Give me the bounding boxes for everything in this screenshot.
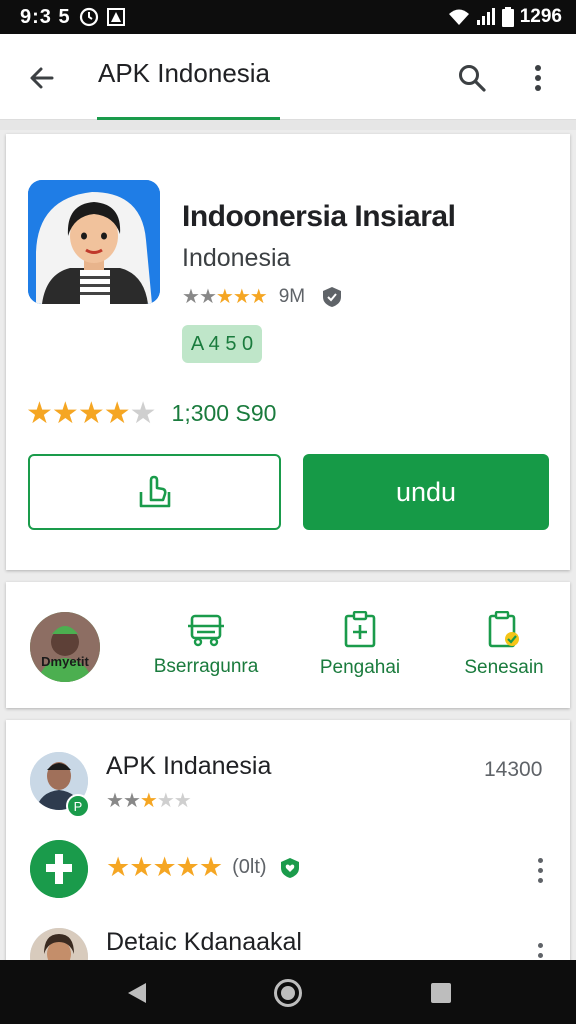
truck-icon — [188, 614, 224, 647]
nav-back-icon — [128, 983, 146, 1003]
shortcut-label: Bserragunra — [153, 656, 259, 677]
shortcut-bserragunra[interactable]: Bserragunra — [136, 582, 276, 708]
verified-badge-icon: P — [66, 794, 90, 818]
rating-stars: ★★★★★ — [26, 397, 157, 430]
download-hand-icon — [139, 475, 170, 508]
share-button[interactable] — [28, 454, 281, 530]
plus-cross-icon[interactable] — [30, 840, 88, 898]
rating-count: 1;300 S90 — [171, 400, 277, 426]
app-meta: ★★★★★ 9M — [182, 284, 343, 309]
search-button[interactable] — [452, 58, 492, 98]
developer-name[interactable]: Indonesia — [182, 244, 290, 273]
app-icon[interactable] — [28, 180, 160, 304]
list-item-title[interactable]: APK Indanesia — [106, 752, 271, 781]
nav-recents-button[interactable] — [424, 976, 458, 1010]
verified-shield-icon — [321, 286, 343, 308]
nav-home-icon — [274, 979, 302, 1007]
back-arrow-icon — [30, 67, 54, 89]
nav-home-button[interactable] — [271, 976, 305, 1010]
status-badge: A 4 5 0 — [182, 325, 262, 363]
wifi-icon — [448, 8, 470, 26]
notification-icon — [106, 8, 125, 26]
list-item-rating-row: ★★★★★ (0lt) — [106, 852, 301, 883]
rating-row: ★★★★★ 1;300 S90 — [26, 396, 276, 431]
more-vert-icon — [535, 65, 541, 91]
battery-icon — [501, 7, 514, 27]
app-size: 9M — [278, 285, 306, 307]
heart-shield-icon — [279, 857, 301, 879]
shortcut-pengahai[interactable]: Pengahai — [290, 582, 430, 708]
clipboard-add-icon — [344, 611, 376, 648]
list-item-count: 14300 — [484, 758, 543, 781]
more-options-button[interactable] — [520, 58, 556, 98]
shortcut-label: Pengahai — [319, 657, 401, 678]
shortcuts-card: Dmyetit Bserragunra Pengahai Senesain — [6, 582, 570, 708]
app-bar: APK Indonesia — [0, 34, 576, 120]
back-button[interactable] — [22, 58, 62, 98]
signal-icon — [476, 8, 496, 26]
alarm-icon — [79, 7, 99, 27]
page-title: APK Indonesia — [98, 58, 271, 88]
app-header-card: Indoonersia Insiaral Indonesia ★★★★★ 9M … — [6, 134, 570, 570]
shortcut-label: Dmyetit — [41, 654, 89, 669]
shortcut-senesain[interactable]: Senesain — [434, 582, 574, 708]
developer-list-card: P APK Indanesia ★★★★★ 14300 ★★★★★ (0lt) … — [6, 720, 570, 986]
avatar-icon — [30, 612, 100, 682]
list-item-rating-text: (0lt) — [232, 856, 267, 878]
install-button[interactable]: undu — [303, 454, 549, 530]
row-more-button[interactable] — [530, 855, 550, 885]
small-rating-stars: ★★★★★ — [182, 286, 268, 308]
device-check-icon — [488, 611, 519, 648]
shortcut-label: Senesain — [464, 657, 544, 678]
system-nav-bar — [0, 960, 576, 1024]
list-item-rating: ★★★★★ — [106, 852, 223, 882]
divider — [0, 120, 576, 130]
nav-back-button[interactable] — [120, 976, 154, 1010]
app-name: Indoonersia Insiaral — [182, 200, 456, 233]
shortcut-avatar[interactable]: Dmyetit — [30, 612, 100, 682]
status-bar: 9:3 5 1296 — [0, 0, 576, 34]
status-time: 9:3 5 — [20, 5, 71, 28]
status-text: 1296 — [519, 6, 562, 27]
nav-recents-icon — [431, 983, 451, 1003]
search-icon — [459, 65, 486, 92]
list-item-title[interactable]: Detaic Kdanaakal — [106, 928, 302, 957]
list-item-rating: ★★★★★ — [106, 790, 192, 812]
